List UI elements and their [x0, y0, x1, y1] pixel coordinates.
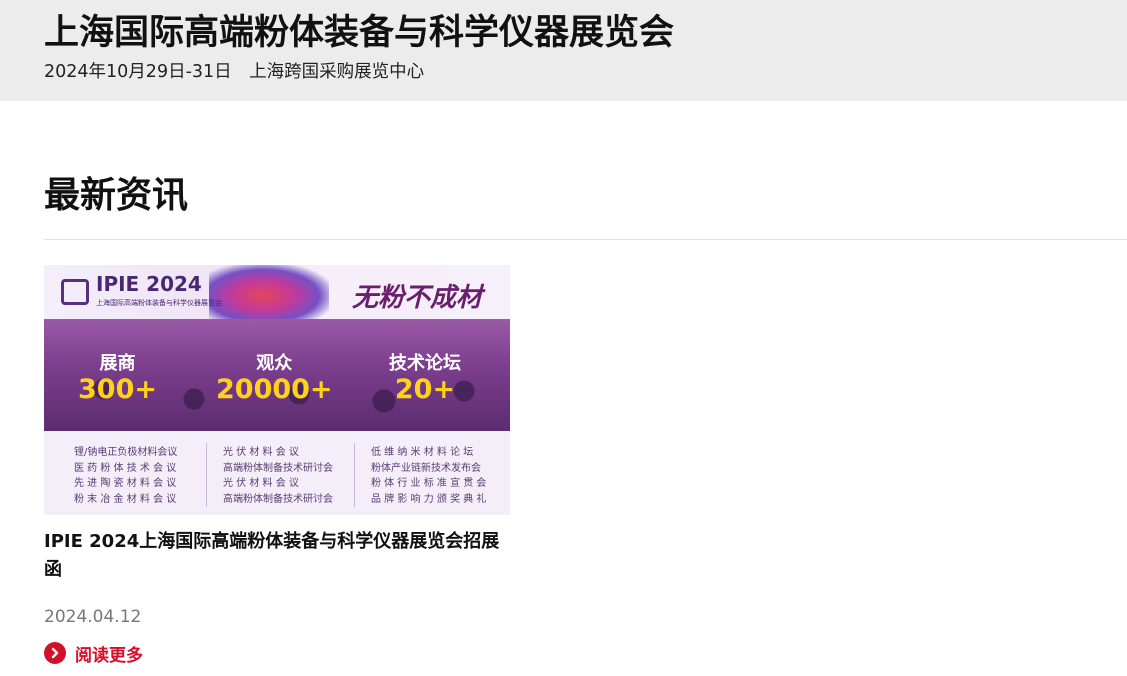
banner-logo-subtext: 上海国际高端粉体装备与科学仪器展览会 [96, 299, 222, 307]
topics-column-3: 低 维 纳 米 材 料 论 坛 粉体产业链新技术发布会 粉 体 行 业 标 准 … [371, 445, 486, 515]
stat-visitors: 观众 20000+ [216, 349, 333, 405]
news-date: 2024.04.12 [44, 607, 142, 627]
news-title-link[interactable]: IPIE 2024上海国际高端粉体装备与科学仪器展览会招展函 [44, 528, 510, 584]
topic-item: 粉 末 冶 金 材 料 会 议 [74, 493, 177, 505]
news-thumbnail[interactable]: IPIE 2024 上海国际高端粉体装备与科学仪器展览会 无粉不成材 展商 30… [44, 265, 510, 515]
topic-item: 先 进 陶 瓷 材 料 会 议 [74, 478, 177, 489]
stat-label: 技术论坛 [389, 353, 461, 374]
topic-item: 光 伏 材 料 会 议 [223, 447, 299, 458]
event-date-location: 2024年10月29日-31日 上海跨国采购展览中心 [44, 62, 425, 82]
paint-splash-graphic [209, 265, 329, 321]
topic-item: 粉 体 行 业 标 准 宣 贯 会 [371, 478, 487, 489]
stat-label: 展商 [99, 353, 136, 374]
banner-slogan: 无粉不成材 [352, 283, 483, 313]
topics-column-1: 锂/钠电正负极材料会议 医 药 粉 体 技 术 会 议 先 进 陶 瓷 材 料 … [74, 445, 177, 515]
topic-item: ...... [223, 509, 243, 515]
topic-item: 锂/钠电正负极材料会议 [74, 447, 178, 458]
topics-column-2: 光 伏 材 料 会 议 高端粉体制备技术研讨会 光 伏 材 料 会 议 高端粉体… [223, 445, 333, 515]
chevron-right-icon [44, 642, 66, 664]
topic-item: ...... [371, 509, 391, 515]
stat-value: 20000+ [216, 374, 333, 405]
read-more-label: 阅读更多 [75, 645, 143, 666]
stat-value: 20+ [394, 374, 456, 405]
topics-divider [354, 443, 355, 507]
site-title: 上海国际高端粉体装备与科学仪器展览会 [44, 13, 675, 53]
ipie-logo-icon [61, 279, 89, 305]
stat-label: 观众 [256, 353, 293, 374]
section-divider [44, 239, 1127, 240]
stat-exhibitors: 展商 300+ [78, 349, 157, 405]
topic-item: 低 维 纳 米 材 料 论 坛 [371, 447, 474, 458]
read-more-link[interactable]: 阅读更多 [44, 640, 143, 666]
topic-item: 光 伏 材 料 会 议 [223, 478, 299, 489]
stat-forums: 技术论坛 20+ [389, 349, 461, 405]
topic-item: ...... [74, 509, 94, 515]
news-card: IPIE 2024 上海国际高端粉体装备与科学仪器展览会 无粉不成材 展商 30… [44, 265, 510, 666]
stat-value: 300+ [78, 374, 157, 405]
topic-item: 高端粉体制备技术研讨会 [223, 493, 333, 505]
site-header: 上海国际高端粉体装备与科学仪器展览会 2024年10月29日-31日 上海跨国采… [0, 0, 1127, 101]
topic-item: 高端粉体制备技术研讨会 [223, 462, 333, 474]
section-title: 最新资讯 [44, 175, 189, 216]
topic-item: 医 药 粉 体 技 术 会 议 [74, 462, 177, 474]
topics-divider [206, 443, 207, 507]
banner-logo-text: IPIE 2024 [96, 272, 202, 296]
topic-item: 品 牌 影 响 力 颁 奖 典 礼 [371, 493, 487, 505]
topic-item: 粉体产业链新技术发布会 [371, 462, 481, 474]
